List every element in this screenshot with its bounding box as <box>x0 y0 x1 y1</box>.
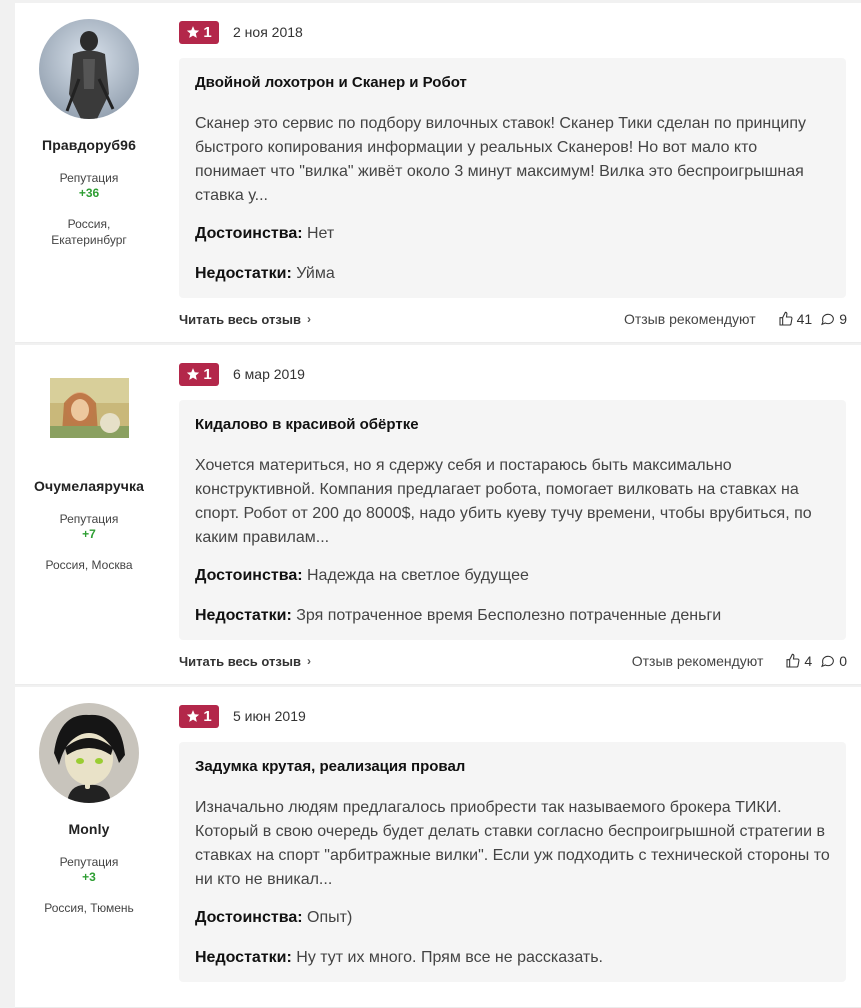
comment-icon <box>821 313 835 326</box>
review-card: Двойной лохотрон и Сканер и Робот Сканер… <box>179 58 846 298</box>
read-more-label: Читать весь отзыв <box>179 311 301 327</box>
review-cons: Недостатки: Зря потраченное время Беспол… <box>195 606 830 626</box>
username[interactable]: Очумелаяручка <box>15 478 163 494</box>
read-more-link[interactable]: Читать весь отзыв › <box>179 654 311 669</box>
review-date: 2 ноя 2018 <box>233 24 303 40</box>
review-card: Кидалово в красивой обёртке Хочется мате… <box>179 400 846 640</box>
reputation-label: Репутация <box>59 512 119 526</box>
chevron-right-icon: › <box>306 312 311 326</box>
review-item: Правдоруб96 Репутация +36 Россия, Екатер… <box>15 3 861 343</box>
author-location: Россия, Москва <box>45 558 133 572</box>
cons-label: Недостатки: <box>195 265 292 282</box>
avatar[interactable] <box>49 378 129 438</box>
review-pros: Достоинства: Надежда на светлое будущее <box>195 566 830 586</box>
rating-badge: 1 <box>179 704 219 728</box>
reviews-feed: Правдоруб96 Репутация +36 Россия, Екатер… <box>15 3 861 1008</box>
cons-label: Недостатки: <box>195 607 292 624</box>
recommend-label: Отзыв рекомендуют <box>623 311 756 327</box>
like-button[interactable]: 41 <box>778 311 813 327</box>
comments-count: 0 <box>839 653 847 669</box>
likes-count: 4 <box>804 653 813 669</box>
review-author: Monly Репутация +3 Россия, Тюмень <box>15 687 163 916</box>
review-text: Сканер это сервис по подбору вилочных ст… <box>195 115 807 204</box>
reputation-value: +3 <box>82 870 96 884</box>
rating-badge: 1 <box>179 20 219 44</box>
likes-count: 41 <box>796 311 813 327</box>
pros-label: Достоинства: <box>195 909 303 926</box>
reputation-value: +7 <box>82 527 96 541</box>
comments-button[interactable]: 0 <box>820 653 847 669</box>
review-pros: Достоинства: Нет <box>195 224 830 244</box>
review-author: Правдоруб96 Репутация +36 Россия, Екатер… <box>15 3 163 248</box>
review-date: 5 июн 2019 <box>233 708 306 724</box>
like-button[interactable]: 4 <box>785 653 812 669</box>
rating-value: 1 <box>203 707 212 725</box>
review-item: Очумелаяручка Репутация +7 Россия, Москв… <box>15 345 861 685</box>
review-title[interactable]: Задумка крутая, реализация провал <box>195 757 830 777</box>
cons-text: Ну тут их много. Прям все не рассказать. <box>296 949 603 966</box>
review-footer: Читать весь отзыв › Отзыв рекомендуют 41… <box>179 309 847 329</box>
review-meta: 1 2 ноя 2018 <box>179 20 303 44</box>
star-icon <box>187 368 200 380</box>
chevron-right-icon: › <box>306 654 311 668</box>
read-more-label: Читать весь отзыв <box>179 653 301 669</box>
review-date: 6 мар 2019 <box>233 366 305 382</box>
review-card: Задумка крутая, реализация провал Изнача… <box>179 742 846 982</box>
review-cons: Недостатки: Ну тут их много. Прям все не… <box>195 948 830 968</box>
rating-value: 1 <box>203 23 212 41</box>
review-cons: Недостатки: Уйма <box>195 264 830 284</box>
comments-button[interactable]: 9 <box>820 311 847 327</box>
star-icon <box>187 710 200 722</box>
cons-text: Зря потраченное время Бесполезно потраче… <box>296 607 722 624</box>
comment-icon <box>821 655 835 668</box>
review-text: Изначально людям предлагалось приобрести… <box>195 799 830 888</box>
reputation-value: +36 <box>78 186 100 200</box>
read-more-link[interactable]: Читать весь отзыв › <box>179 312 311 327</box>
reputation-label: Репутация <box>59 171 119 185</box>
pros-text: Опыт) <box>307 909 353 926</box>
recommend-label: Отзыв рекомендуют <box>631 653 764 669</box>
pros-label: Достоинства: <box>195 225 303 242</box>
star-icon <box>187 26 200 38</box>
pros-text: Нет <box>307 225 335 242</box>
review-title[interactable]: Кидалово в красивой обёртке <box>195 415 830 435</box>
reputation-label: Репутация <box>59 855 119 869</box>
review-meta: 1 6 мар 2019 <box>179 362 305 386</box>
pros-label: Достоинства: <box>195 567 303 584</box>
username[interactable]: Правдоруб96 <box>15 137 163 153</box>
rating-badge: 1 <box>179 362 219 386</box>
review-footer: Читать весь отзыв › Отзыв рекомендуют 4 … <box>179 651 847 671</box>
username[interactable]: Monly <box>15 821 163 837</box>
review-item: Monly Репутация +3 Россия, Тюмень 1 5 ию… <box>15 687 861 1008</box>
author-location: Россия, Екатеринбург <box>51 217 127 247</box>
review-text: Хочется материться, но я сдержу себя и п… <box>195 457 812 546</box>
cons-label: Недостатки: <box>195 949 292 966</box>
rating-value: 1 <box>203 365 212 383</box>
avatar[interactable] <box>39 703 139 803</box>
comments-count: 9 <box>839 311 847 327</box>
thumbs-up-icon <box>779 311 793 326</box>
review-title[interactable]: Двойной лохотрон и Сканер и Робот <box>195 73 830 93</box>
cons-text: Уйма <box>296 265 335 282</box>
avatar[interactable] <box>39 19 139 119</box>
author-location: Россия, Тюмень <box>44 901 134 915</box>
thumbs-up-icon <box>786 653 800 668</box>
review-pros: Достоинства: Опыт) <box>195 908 830 928</box>
review-author: Очумелаяручка Репутация +7 Россия, Москв… <box>15 345 163 573</box>
pros-text: Надежда на светлое будущее <box>307 567 529 584</box>
review-meta: 1 5 июн 2019 <box>179 704 306 728</box>
